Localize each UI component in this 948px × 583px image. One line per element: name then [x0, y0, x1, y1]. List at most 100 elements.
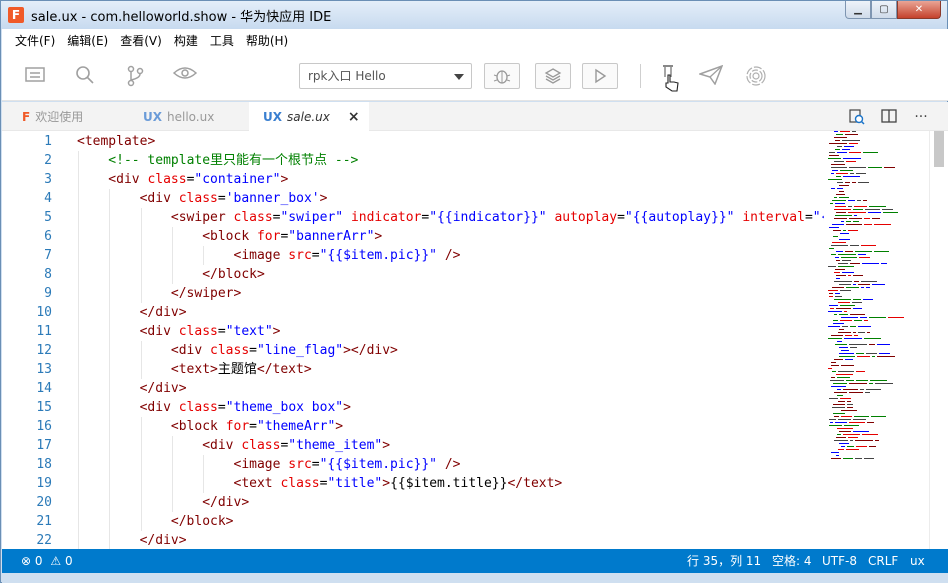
indent-guide [140, 493, 142, 512]
code-line[interactable]: 1 <template> [2, 132, 824, 151]
code-token: </text> [507, 476, 563, 491]
minimap-line [839, 191, 844, 192]
more-actions-icon[interactable]: ··· [913, 109, 929, 125]
tab-welcome[interactable]: F 欢迎使用 [2, 102, 127, 131]
minimap-line [831, 335, 843, 336]
search-icon[interactable] [73, 65, 97, 87]
eye-icon[interactable] [172, 65, 198, 87]
minimap-line [853, 209, 863, 210]
minimap-line [845, 359, 853, 360]
problems-indicator[interactable]: ⊗ 0 ⚠ 0 [21, 549, 73, 573]
minimap-line [829, 248, 834, 249]
code-line[interactable]: 16 <block for="themeArr"> [2, 417, 824, 436]
menu-item[interactable]: 编辑(E) [67, 32, 108, 49]
menu-item[interactable]: 构建 [174, 32, 198, 49]
minimap-line [832, 371, 836, 372]
menu-item[interactable]: 查看(V) [120, 32, 162, 49]
code-token: </div> [202, 495, 250, 510]
code-line[interactable]: 19 <text class="title">{{$item.title}}</t… [2, 474, 824, 493]
minimap-line [865, 392, 870, 393]
run-button[interactable] [582, 63, 618, 89]
code-text: <div class="theme_box box"> [140, 398, 351, 417]
menu-item[interactable]: 帮助(H) [246, 32, 288, 49]
minimap-line [881, 263, 887, 264]
language-mode[interactable]: ux [910, 549, 925, 573]
code-line[interactable]: 4 <div class='banner_box'> [2, 189, 824, 208]
tab-sale-ux[interactable]: UX sale.ux × [249, 102, 369, 131]
git-branch-icon[interactable] [123, 65, 147, 87]
code-line[interactable]: 13 <text>主题馆</text> [2, 360, 824, 379]
code-line[interactable]: 5 <swiper class = "swiper" indicator = "{{ind… [2, 208, 824, 227]
indent-guide [140, 208, 142, 227]
indent-guide [171, 246, 173, 265]
code-line[interactable]: 21 </block> [2, 512, 824, 531]
code-line[interactable]: 2 <!-- template里只能有一个根节点 --> [2, 151, 824, 170]
code-token: > [382, 438, 391, 453]
minimap[interactable] [824, 131, 929, 549]
minimap-line [834, 392, 847, 393]
code-line[interactable]: 10 </div> [2, 303, 824, 322]
minimap-line [845, 251, 853, 252]
minimap-line [854, 281, 859, 282]
line-number: 21 [36, 514, 52, 529]
code-token: <div [139, 400, 179, 415]
line-number: 15 [36, 400, 52, 415]
minimap-line [853, 332, 856, 333]
entry-select[interactable]: rpk入口 Hello [299, 63, 472, 89]
code-token: > [272, 324, 281, 339]
code-token: src [288, 248, 312, 263]
find-icon[interactable] [849, 109, 865, 125]
code-line[interactable]: 18 <image src="{{$item.pic}}" /> [2, 455, 824, 474]
indent-guide [140, 436, 142, 455]
code-line[interactable]: 15 <div class="theme_box box"> [2, 398, 824, 417]
eol-setting[interactable]: CRLF [868, 549, 898, 573]
minimap-line [861, 281, 877, 282]
encoding-setting[interactable]: UTF-8 [822, 549, 857, 573]
debug-button[interactable] [484, 63, 520, 89]
close-tab-icon[interactable]: × [348, 109, 360, 125]
close-window-button[interactable]: ✕ [897, 1, 941, 19]
minimize-button[interactable]: ▁ [845, 1, 871, 19]
indent-guide [140, 227, 142, 246]
code-line[interactable]: 8 </block> [2, 265, 824, 284]
maximize-button[interactable]: ▢ [871, 1, 897, 19]
tab-hello-ux[interactable]: UX hello.ux [127, 102, 249, 131]
vertical-scrollbar[interactable] [929, 131, 948, 549]
code-line[interactable]: 7 <image src="{{$item.pic}}" /> [2, 246, 824, 265]
minimap-line [838, 332, 851, 333]
code-line[interactable]: 9 </swiper> [2, 284, 824, 303]
split-editor-icon[interactable] [881, 109, 897, 125]
code-line[interactable]: 6 <block for="bannerArr"> [2, 227, 824, 246]
code-line[interactable]: 20 </div> [2, 493, 824, 512]
code-line[interactable]: 12 <div class="line_flag"></div> [2, 341, 824, 360]
code-editor[interactable]: 1 <template> 2 <!-- template里只能有一个根节点 --> 3 <… [2, 131, 824, 549]
minimap-line [856, 173, 866, 174]
flask-icon[interactable] [657, 63, 681, 92]
minimap-line [832, 407, 845, 408]
fingerprint-icon[interactable] [744, 65, 768, 87]
indent-guide [140, 512, 142, 531]
minimap-line [879, 353, 890, 354]
code-line[interactable]: 22 </div> [2, 531, 824, 549]
minimap-line [853, 431, 869, 432]
code-token: <div [108, 172, 148, 187]
minimap-line [834, 218, 847, 219]
layers-button[interactable] [535, 63, 571, 89]
scrollbar-thumb[interactable] [934, 131, 944, 167]
code-line[interactable]: 11 <div class="text"> [2, 322, 824, 341]
explorer-icon[interactable] [23, 65, 47, 87]
minimap-line [864, 224, 872, 225]
menu-item[interactable]: 工具 [210, 32, 234, 49]
code-line[interactable]: 3 <div class="container"> [2, 170, 824, 189]
send-icon[interactable] [697, 64, 724, 87]
minimap-line [856, 353, 864, 354]
indentation-setting[interactable]: 空格: 4 [772, 549, 812, 573]
code-line[interactable]: 14 </div> [2, 379, 824, 398]
code-line[interactable]: 17 <div class="theme_item"> [2, 436, 824, 455]
cursor-position[interactable]: 行 35，列 11 [687, 549, 761, 573]
minimap-line [840, 305, 855, 306]
minimap-line [829, 305, 838, 306]
indent-guide [109, 246, 111, 265]
menu-item[interactable]: 文件(F) [15, 32, 55, 49]
